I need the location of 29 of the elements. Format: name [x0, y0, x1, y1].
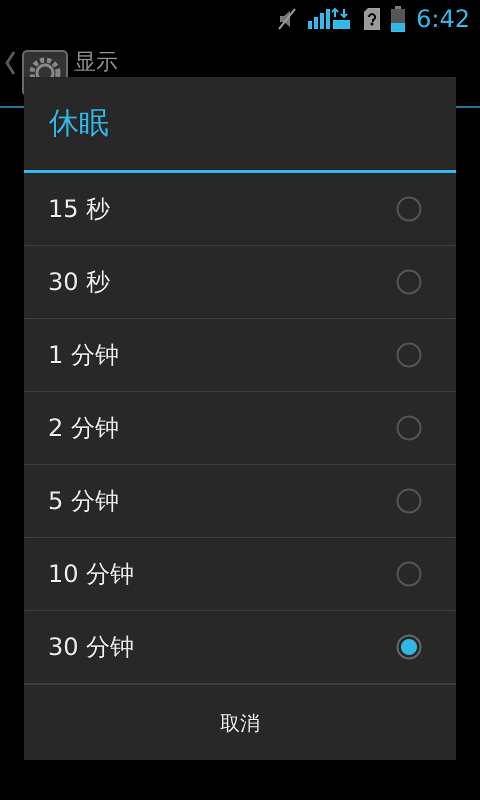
back-caret-icon[interactable]: [4, 50, 16, 76]
option-label: 10 分钟: [48, 559, 134, 590]
radio-button[interactable]: [396, 561, 422, 587]
radio-button[interactable]: [396, 196, 422, 222]
radio-button[interactable]: [396, 488, 422, 514]
option-label: 5 分钟: [48, 486, 119, 517]
option-item[interactable]: 2 分钟: [24, 392, 456, 465]
clock-text: 6:42: [416, 4, 470, 35]
option-label: 2 分钟: [48, 413, 119, 444]
radio-button[interactable]: [396, 269, 422, 295]
radio-button[interactable]: [396, 634, 422, 660]
radio-button[interactable]: [396, 415, 422, 441]
mute-icon: [276, 7, 298, 31]
dialog-title: 休眠: [24, 77, 456, 173]
option-item[interactable]: 5 分钟: [24, 465, 456, 538]
option-label: 15 秒: [48, 194, 110, 225]
option-item[interactable]: 10 分钟: [24, 538, 456, 611]
option-label: 30 秒: [48, 267, 110, 298]
option-label: 1 分钟: [48, 340, 119, 371]
option-label: 30 分钟: [48, 632, 134, 663]
option-item[interactable]: 30 分钟: [24, 611, 456, 684]
option-item[interactable]: 30 秒: [24, 246, 456, 319]
option-item[interactable]: 15 秒: [24, 173, 456, 246]
sim-card-icon: [364, 8, 380, 30]
battery-icon: [390, 6, 406, 32]
radio-button[interactable]: [396, 342, 422, 368]
screen-title: 显示: [74, 50, 118, 76]
option-item[interactable]: 1 分钟: [24, 319, 456, 392]
cancel-button[interactable]: 取消: [24, 684, 456, 760]
